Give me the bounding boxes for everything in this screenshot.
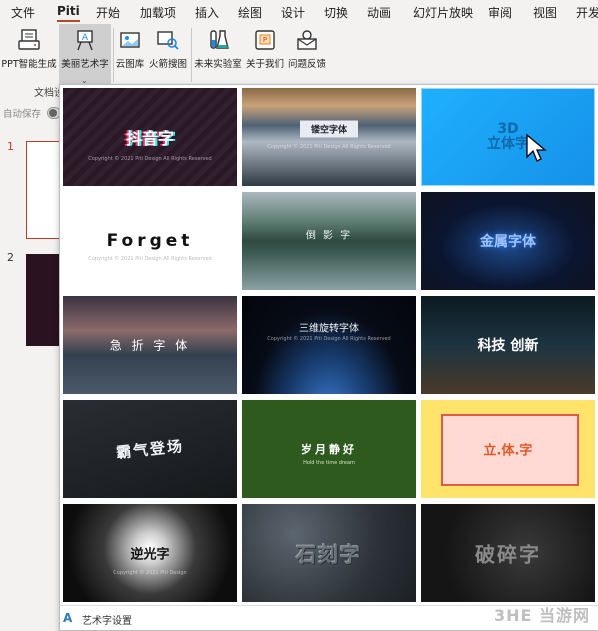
tab-home[interactable]: 开始: [96, 4, 120, 21]
art-text-label: 美丽艺术字: [61, 59, 109, 70]
tab-piti[interactable]: Piti: [57, 4, 80, 22]
art-text-tile[interactable]: 科技 创新: [421, 296, 595, 394]
art-text-settings-label: 艺术字设置: [82, 616, 132, 627]
art-text-tile[interactable]: 岁月静好 Hold the time dream: [242, 400, 416, 498]
tile-caption: 3D 立体字: [487, 121, 529, 152]
tab-view[interactable]: 视图: [533, 4, 557, 21]
cloud-gallery-label: 云图库: [115, 59, 145, 70]
tile-subcaption: Copyright © 2021 Piti Design: [113, 570, 187, 576]
tile-subcaption: Copyright © 2021 Piti Design All Rights …: [267, 144, 391, 150]
tile-caption: 霸气登场: [115, 436, 185, 463]
tab-review[interactable]: 审阅: [488, 4, 512, 21]
feedback-mail-icon: [297, 30, 317, 50]
tab-developer[interactable]: 开发: [576, 4, 598, 21]
svg-text:P: P: [263, 36, 267, 44]
tab-design[interactable]: 设计: [281, 4, 305, 21]
tab-slideshow[interactable]: 幻灯片放映: [413, 4, 473, 21]
rocket-search-icon: [157, 31, 179, 50]
about-us-label: 关于我们: [245, 59, 284, 70]
art-text-tile[interactable]: 破碎字: [421, 504, 595, 602]
watermark-logo: 3HE 当游网: [493, 606, 590, 625]
test-tube-icon: [210, 30, 229, 49]
slide-number: 1: [7, 140, 14, 153]
art-text-tile[interactable]: Forget Copyright © 2021 Piti Design All …: [63, 192, 237, 290]
art-text-tile[interactable]: 金属字体: [421, 192, 595, 290]
tile-caption: Forget: [106, 231, 194, 251]
document-printer-icon: [18, 29, 40, 50]
mouse-cursor-icon: [526, 133, 547, 162]
art-text-tile[interactable]: 三维旋转字体 Copyright © 2021 Piti Design All …: [242, 296, 416, 394]
tile-caption: 破碎字: [475, 542, 541, 567]
art-text-settings-icon: A: [63, 611, 73, 625]
rocket-search-button[interactable]: 火箭搜图: [147, 24, 189, 86]
tile-caption: 金属字体: [480, 234, 536, 250]
tile-caption: 抖音字: [125, 129, 174, 148]
slide-thumbnail[interactable]: [26, 254, 62, 346]
tile-subcaption: Hold the time dream: [303, 460, 355, 466]
tile-subcaption: Copyright © 2021 Piti Design All Rights …: [88, 156, 212, 162]
future-lab-label: 未来实验室: [194, 59, 242, 70]
tile-caption: 三维旋转字体: [299, 323, 359, 335]
autosave-label: 自动保存: [3, 109, 42, 120]
art-text-tile[interactable]: 石刻字: [242, 504, 416, 602]
tab-file[interactable]: 文件: [11, 4, 35, 21]
easel-icon: A: [77, 30, 93, 51]
cloud-image-icon: [120, 32, 140, 48]
ribbon: PPT智能生成 A 美丽艺术字 ⌄ 云图库 火箭搜图 未来实验室 P 关于我们 …: [0, 24, 598, 88]
tile-caption: 镂空字体: [300, 120, 358, 138]
tile-caption: 科技 创新: [477, 338, 539, 354]
tab-insert[interactable]: 插入: [195, 4, 219, 21]
art-text-tile[interactable]: 立.体.字: [421, 400, 595, 498]
future-lab-button[interactable]: 未来实验室: [192, 24, 244, 86]
menu-bar: 文件 Piti 开始 加载项 插入 绘图 设计 切换 动画 幻灯片放映 审阅 视…: [0, 0, 598, 24]
art-text-tile[interactable]: 霸气登场: [63, 400, 237, 498]
tab-addins[interactable]: 加载项: [140, 4, 176, 21]
rocket-search-label: 火箭搜图: [148, 59, 187, 70]
ppt-generate-label: PPT智能生成: [1, 59, 57, 70]
tile-caption: 立.体.字: [483, 443, 533, 459]
tile-caption: 岁月静好: [301, 443, 357, 456]
tab-animations[interactable]: 动画: [367, 4, 391, 21]
feedback-label: 问题反馈: [287, 59, 326, 70]
art-text-tile[interactable]: 抖音字 Copyright © 2021 Piti Design All Rig…: [63, 88, 237, 186]
tile-caption: 石刻字: [296, 542, 362, 567]
svg-text:A: A: [82, 33, 89, 43]
cloud-gallery-button[interactable]: 云图库: [114, 24, 146, 86]
tile-caption: 逆光字: [130, 547, 170, 563]
about-us-button[interactable]: P 关于我们: [244, 24, 286, 86]
art-text-tile-selected[interactable]: 3D 立体字: [421, 88, 595, 186]
art-text-gallery: 抖音字 Copyright © 2021 Piti Design All Rig…: [59, 84, 598, 631]
slide-number: 2: [7, 251, 14, 264]
tile-subcaption: Copyright © 2021 Piti Design All Rights …: [88, 256, 212, 262]
info-card-icon: P: [255, 30, 275, 50]
feedback-button[interactable]: 问题反馈: [286, 24, 328, 86]
tab-transitions[interactable]: 切换: [324, 4, 348, 21]
ppt-generate-button[interactable]: PPT智能生成: [0, 24, 58, 86]
tile-caption: 急 折 字 体: [109, 338, 191, 353]
tile-caption: 倒 影 字: [305, 230, 353, 242]
art-text-tile[interactable]: 镂空字体 Copyright © 2021 Piti Design All Ri…: [242, 88, 416, 186]
art-text-tile[interactable]: 急 折 字 体: [63, 296, 237, 394]
tile-subcaption: Copyright © 2021 Piti Design All Rights …: [267, 336, 391, 342]
tab-draw[interactable]: 绘图: [238, 4, 262, 21]
art-text-tile[interactable]: 倒 影 字: [242, 192, 416, 290]
art-text-tile[interactable]: 逆光字 Copyright © 2021 Piti Design: [63, 504, 237, 602]
